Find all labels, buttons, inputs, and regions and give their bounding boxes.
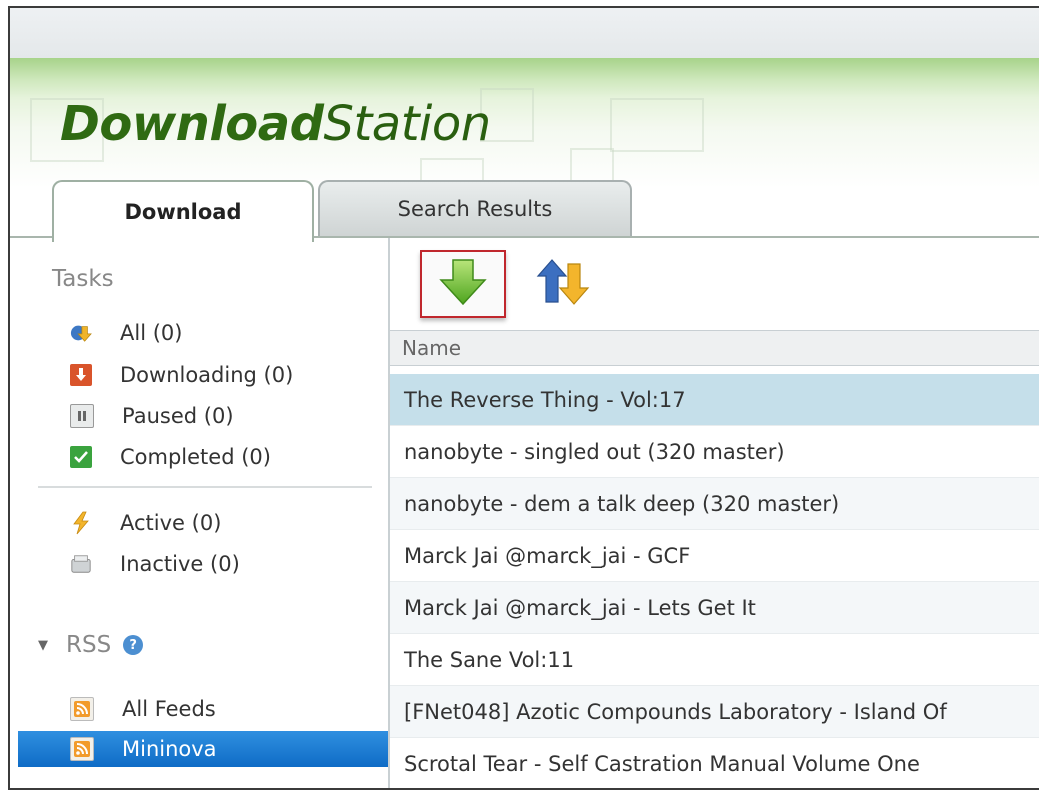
rss-title: RSS — [66, 632, 112, 658]
sort-arrows-icon — [534, 256, 592, 312]
active-icon — [70, 511, 92, 535]
toolbar — [390, 238, 1039, 330]
column-header-label: Name — [402, 336, 462, 360]
sidebar-item-paused[interactable]: Paused (0) — [70, 399, 234, 433]
table-row[interactable]: nanobyte - singled out (320 master) — [390, 426, 1039, 478]
table-row[interactable]: Marck Jai @marck_jai - GCF — [390, 530, 1039, 582]
row-name: Marck Jai @marck_jai - Lets Get It — [404, 595, 756, 620]
logo-bold: Download — [60, 96, 324, 152]
sidebar-item-all[interactable]: All (0) — [70, 316, 182, 350]
sidebar-item-label: All Feeds — [122, 697, 216, 721]
download-button[interactable] — [420, 250, 506, 318]
help-icon[interactable]: ? — [123, 635, 144, 655]
sidebar-item-label: Mininova — [122, 737, 217, 761]
rss-icon — [70, 697, 94, 721]
row-name: The Reverse Thing - Vol:17 — [404, 387, 686, 412]
sidebar-item-label: Paused (0) — [122, 404, 234, 428]
sidebar-item-label: All (0) — [120, 321, 183, 345]
paused-icon — [70, 404, 94, 428]
logo-normal: Station — [323, 96, 492, 152]
app-window: DownloadStation Download Search Results … — [8, 6, 1039, 790]
table-row[interactable]: [FNet048] Azotic Compounds Laboratory - … — [390, 686, 1039, 738]
completed-icon — [70, 446, 92, 468]
row-name: nanobyte - singled out (320 master) — [404, 439, 785, 464]
row-name: Marck Jai @marck_jai - GCF — [404, 543, 691, 568]
collapse-triangle-icon[interactable]: ▼ — [38, 638, 48, 653]
sidebar-item-all-feeds[interactable]: All Feeds — [70, 692, 216, 726]
top-strip — [10, 8, 1039, 58]
rss-section-header[interactable]: ▼ RSS ? — [38, 632, 144, 658]
sidebar-item-completed[interactable]: Completed (0) — [70, 440, 271, 474]
main-panel: Name The Reverse Thing - Vol:17 nanobyte… — [390, 238, 1039, 788]
sidebar-item-mininova[interactable]: Mininova — [70, 732, 217, 766]
tab-download[interactable]: Download — [52, 180, 314, 242]
row-name: nanobyte - dem a talk deep (320 master) — [404, 491, 840, 516]
table-row[interactable]: Scrotal Tear - Self Castration Manual Vo… — [390, 738, 1039, 788]
sidebar-item-label: Completed (0) — [120, 445, 271, 469]
row-name: [FNet048] Azotic Compounds Laboratory - … — [404, 699, 947, 724]
sidebar-divider — [38, 486, 372, 488]
sidebar-item-downloading[interactable]: Downloading (0) — [70, 358, 293, 392]
decor-square — [610, 98, 704, 152]
tab-search-results-label: Search Results — [397, 197, 553, 221]
sort-button[interactable] — [520, 250, 606, 318]
tab-search-results[interactable]: Search Results — [318, 180, 632, 236]
row-name: The Sane Vol:11 — [404, 647, 575, 672]
column-header-name[interactable]: Name — [390, 330, 1039, 366]
rss-icon — [70, 737, 94, 761]
sidebar-item-label: Inactive (0) — [120, 552, 240, 576]
row-name: Scrotal Tear - Self Castration Manual Vo… — [404, 751, 920, 776]
sidebar: Tasks All (0) Downloading (0) Paused (0)… — [10, 238, 390, 788]
sidebar-item-inactive[interactable]: Inactive (0) — [70, 547, 240, 581]
table-row[interactable]: The Reverse Thing - Vol:17 — [390, 374, 1039, 426]
tab-download-label: Download — [124, 200, 242, 224]
sidebar-item-label: Active (0) — [120, 511, 222, 535]
app-logo: DownloadStation — [60, 96, 491, 152]
inactive-icon — [70, 553, 92, 575]
download-arrow-icon — [437, 256, 489, 312]
sidebar-item-label: Downloading (0) — [120, 363, 294, 387]
table-row[interactable]: The Sane Vol:11 — [390, 634, 1039, 686]
all-tasks-icon — [70, 322, 92, 344]
table-row[interactable]: nanobyte - dem a talk deep (320 master) — [390, 478, 1039, 530]
sidebar-item-active[interactable]: Active (0) — [70, 506, 221, 540]
table-row[interactable]: Marck Jai @marck_jai - Lets Get It — [390, 582, 1039, 634]
tasks-title: Tasks — [52, 266, 114, 292]
downloading-icon — [70, 364, 92, 386]
